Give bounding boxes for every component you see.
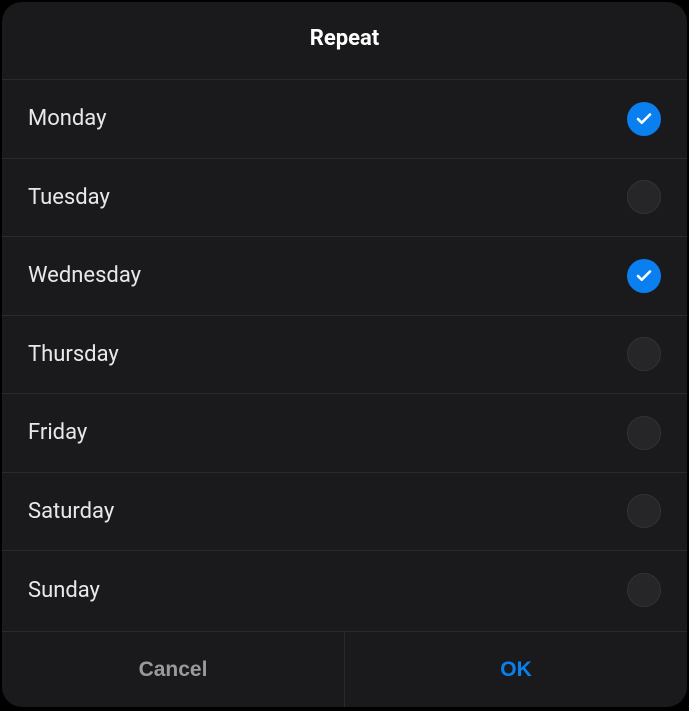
unchecked-circle-icon xyxy=(627,494,661,528)
day-label: Saturday xyxy=(28,499,114,524)
day-label: Wednesday xyxy=(28,263,141,288)
dialog-footer: Cancel OK xyxy=(2,631,687,707)
checkmark-icon xyxy=(627,102,661,136)
day-row-sunday[interactable]: Sunday xyxy=(2,551,687,630)
checkmark-icon xyxy=(627,259,661,293)
day-label: Monday xyxy=(28,106,107,131)
repeat-dialog: Repeat Monday Tuesday Wednesday Thursday… xyxy=(2,2,687,707)
day-row-friday[interactable]: Friday xyxy=(2,394,687,473)
day-label: Sunday xyxy=(28,578,100,603)
day-list: Monday Tuesday Wednesday Thursday Friday… xyxy=(2,80,687,631)
day-label: Tuesday xyxy=(28,185,110,210)
day-row-thursday[interactable]: Thursday xyxy=(2,316,687,395)
day-row-saturday[interactable]: Saturday xyxy=(2,473,687,552)
day-row-tuesday[interactable]: Tuesday xyxy=(2,159,687,238)
day-row-wednesday[interactable]: Wednesday xyxy=(2,237,687,316)
day-row-monday[interactable]: Monday xyxy=(2,80,687,159)
cancel-button[interactable]: Cancel xyxy=(2,632,345,707)
day-label: Thursday xyxy=(28,342,119,367)
dialog-title: Repeat xyxy=(2,26,687,51)
unchecked-circle-icon xyxy=(627,337,661,371)
ok-button[interactable]: OK xyxy=(345,632,687,707)
unchecked-circle-icon xyxy=(627,180,661,214)
unchecked-circle-icon xyxy=(627,573,661,607)
day-label: Friday xyxy=(28,420,87,445)
unchecked-circle-icon xyxy=(627,416,661,450)
dialog-header: Repeat xyxy=(2,2,687,80)
